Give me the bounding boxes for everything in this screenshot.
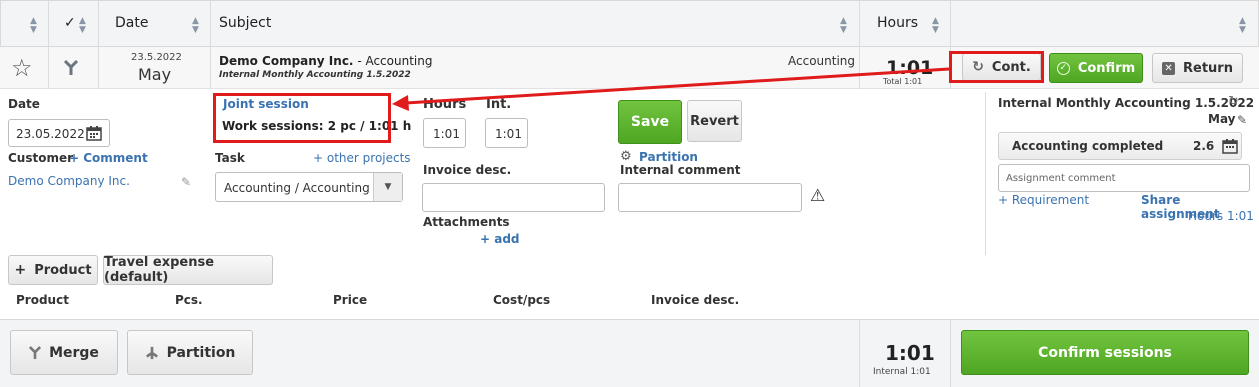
confirm-sessions-label: Confirm sessions bbox=[1038, 344, 1172, 361]
partition-link[interactable]: Partition bbox=[639, 150, 698, 164]
internal-comment-input[interactable] bbox=[618, 183, 802, 212]
save-button[interactable]: Save bbox=[618, 100, 682, 144]
assignment-comment-placeholder: Assignment comment bbox=[1006, 173, 1116, 184]
divider bbox=[985, 92, 986, 255]
footer-hours: 1:01 bbox=[885, 341, 935, 365]
assignment-title: Internal Monthly Accounting 1.5.2022 bbox=[998, 96, 1255, 110]
divider bbox=[950, 320, 951, 387]
save-label: Save bbox=[630, 114, 670, 130]
plus-icon: + bbox=[14, 262, 27, 278]
price-column-header: Price bbox=[333, 293, 368, 307]
invoice-desc-input[interactable] bbox=[422, 183, 605, 212]
assignment-status-label: Accounting completed bbox=[1012, 139, 1164, 153]
invoice-desc-label: Invoice desc. bbox=[423, 163, 512, 177]
product-column-header: Product bbox=[16, 293, 69, 307]
assignment-month: May bbox=[1208, 112, 1236, 126]
internal-comment-label: Internal comment bbox=[620, 163, 741, 177]
confirm-sessions-button[interactable]: Confirm sessions bbox=[961, 330, 1249, 375]
add-attachment-link[interactable]: + add bbox=[480, 232, 520, 246]
assignment-hours: Hours 1:01 bbox=[1188, 209, 1254, 223]
add-product-button[interactable]: + Product bbox=[8, 255, 98, 285]
travel-expense-label: Travel expense (default) bbox=[104, 255, 215, 285]
divider bbox=[859, 320, 860, 387]
revert-label: Revert bbox=[690, 113, 739, 129]
pcs-column-header: Pcs. bbox=[175, 293, 203, 307]
invoice-desc-column-header: Invoice desc. bbox=[651, 293, 740, 307]
add-product-label: Product bbox=[34, 262, 92, 278]
edit-icon[interactable]: ✎ bbox=[1237, 113, 1247, 127]
requirement-link[interactable]: + Requirement bbox=[998, 193, 1089, 207]
merge-icon bbox=[29, 345, 42, 359]
calendar-icon[interactable] bbox=[1222, 138, 1238, 154]
partition-button[interactable]: Partition bbox=[127, 330, 253, 375]
attachments-label: Attachments bbox=[423, 215, 510, 229]
travel-expense-button[interactable]: Travel expense (default) bbox=[103, 255, 273, 285]
partition-icon bbox=[145, 346, 158, 359]
gear-icon: ⚙ bbox=[620, 149, 632, 164]
footer-internal: Internal 1:01 bbox=[873, 367, 931, 377]
assignment-status-value: 2.6 bbox=[1193, 139, 1215, 153]
assignment-comment-input[interactable]: Assignment comment bbox=[998, 164, 1250, 192]
warning-icon: ⚠ bbox=[810, 186, 826, 206]
partition-label: Partition bbox=[166, 344, 236, 361]
revert-button[interactable]: Revert bbox=[687, 100, 742, 142]
merge-button[interactable]: Merge bbox=[10, 330, 118, 375]
refresh-icon[interactable]: ↻ bbox=[1228, 94, 1239, 109]
cost-column-header: Cost/pcs bbox=[493, 293, 551, 307]
merge-label: Merge bbox=[49, 344, 99, 361]
